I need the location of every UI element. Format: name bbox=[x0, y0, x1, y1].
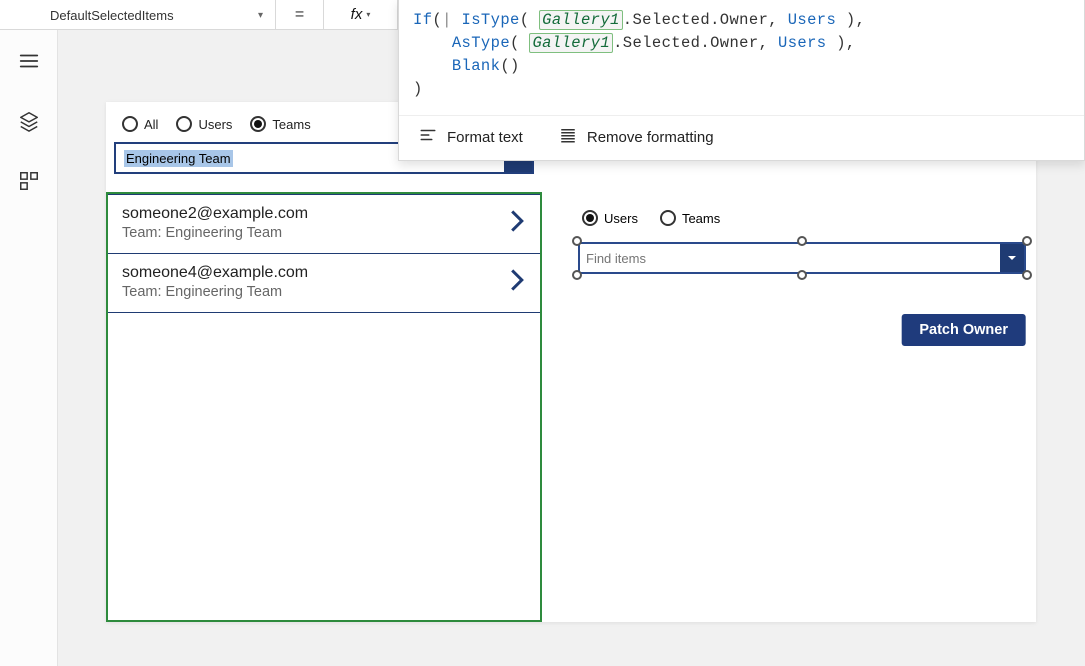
radio-all-label: All bbox=[144, 117, 158, 132]
radio-icon bbox=[582, 210, 598, 226]
app-frame: All Users Teams Engineering Team bbox=[106, 102, 1036, 622]
patch-owner-button[interactable]: Patch Owner bbox=[901, 314, 1026, 346]
resize-handle[interactable] bbox=[797, 236, 807, 246]
radio-teams[interactable]: Teams bbox=[250, 116, 310, 132]
radio-icon bbox=[250, 116, 266, 132]
radio-users-right-label: Users bbox=[604, 211, 638, 226]
formula-text[interactable]: If(| IsType( Gallery1.Selected.Owner, Us… bbox=[399, 0, 1084, 115]
owner-combobox-selected[interactable] bbox=[578, 242, 1026, 274]
gallery-item-title: someone4@example.com bbox=[122, 264, 308, 282]
format-text-button[interactable]: Format text bbox=[419, 126, 523, 148]
combobox-dropdown-button[interactable] bbox=[1000, 244, 1024, 272]
fx-label: fx bbox=[351, 6, 363, 23]
gallery-item[interactable]: someone2@example.com Team: Engineering T… bbox=[108, 194, 540, 254]
radio-icon bbox=[176, 116, 192, 132]
chevron-right-icon bbox=[508, 209, 526, 238]
radio-teams-right-label: Teams bbox=[682, 211, 720, 226]
format-text-label: Format text bbox=[447, 129, 523, 146]
resize-handle[interactable] bbox=[572, 236, 582, 246]
chevron-down-icon: ▾ bbox=[366, 10, 370, 19]
grid-icon[interactable] bbox=[18, 170, 40, 192]
formula-editor[interactable]: If(| IsType( Gallery1.Selected.Owner, Us… bbox=[398, 0, 1085, 161]
property-dropdown[interactable]: DefaultSelectedItems ▾ bbox=[0, 0, 276, 30]
resize-handle[interactable] bbox=[572, 270, 582, 280]
radio-users-label: Users bbox=[198, 117, 232, 132]
hamburger-icon[interactable] bbox=[18, 50, 40, 72]
equals-label: = bbox=[276, 0, 324, 29]
left-rail bbox=[0, 30, 58, 666]
fx-button[interactable]: fx ▾ bbox=[324, 0, 398, 29]
resize-handle[interactable] bbox=[797, 270, 807, 280]
chevron-down-icon: ▾ bbox=[258, 10, 263, 21]
property-dropdown-value: DefaultSelectedItems bbox=[50, 8, 174, 23]
gallery-item[interactable]: someone4@example.com Team: Engineering T… bbox=[108, 254, 540, 313]
gallery-item-title: someone2@example.com bbox=[122, 205, 308, 223]
resize-handle[interactable] bbox=[1022, 236, 1032, 246]
owner-combobox-input[interactable] bbox=[580, 244, 1000, 272]
formula-toolbar: Format text Remove formatting bbox=[399, 115, 1084, 160]
radio-teams-right[interactable]: Teams bbox=[660, 210, 720, 226]
radio-icon bbox=[660, 210, 676, 226]
gallery-item-subtitle: Team: Engineering Team bbox=[122, 225, 308, 241]
resize-handle[interactable] bbox=[1022, 270, 1032, 280]
remove-formatting-label: Remove formatting bbox=[587, 129, 714, 146]
gallery-item-subtitle: Team: Engineering Team bbox=[122, 284, 308, 300]
radio-teams-label: Teams bbox=[272, 117, 310, 132]
layers-icon[interactable] bbox=[18, 110, 40, 132]
radio-users[interactable]: Users bbox=[176, 116, 232, 132]
radio-all[interactable]: All bbox=[122, 116, 158, 132]
chevron-right-icon bbox=[508, 268, 526, 297]
gallery: someone2@example.com Team: Engineering T… bbox=[106, 192, 542, 622]
remove-formatting-icon bbox=[559, 126, 577, 148]
format-text-icon bbox=[419, 126, 437, 148]
radio-icon bbox=[122, 116, 138, 132]
radio-users-right[interactable]: Users bbox=[582, 210, 638, 226]
remove-formatting-button[interactable]: Remove formatting bbox=[559, 126, 714, 148]
